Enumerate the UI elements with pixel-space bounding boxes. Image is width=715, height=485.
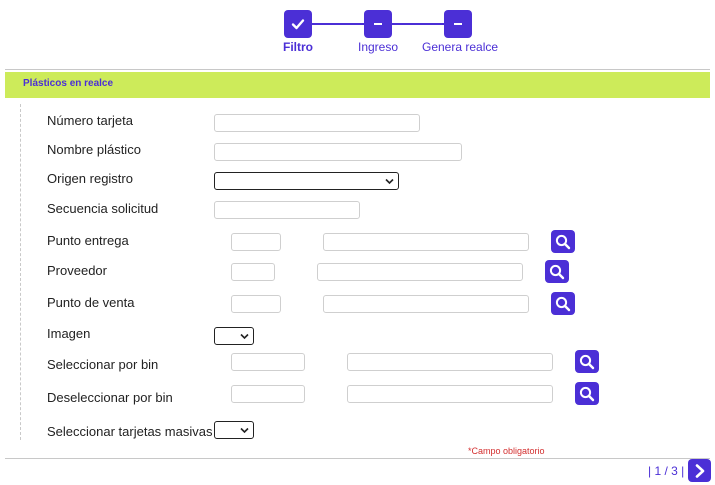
- next-page-button[interactable]: [688, 459, 711, 482]
- search-icon: [555, 296, 571, 311]
- step-label-genera-realce: Genera realce: [422, 40, 499, 54]
- proveedor-search-button[interactable]: [545, 260, 569, 283]
- required-field-note: *Campo obligatorio: [468, 446, 545, 456]
- step-filtro[interactable]: [284, 10, 312, 38]
- deseleccionar-bin-to-input[interactable]: [347, 385, 553, 403]
- label-numero-tarjeta: Número tarjeta: [47, 113, 133, 128]
- check-icon: [291, 19, 305, 30]
- label-imagen: Imagen: [47, 326, 91, 341]
- label-proveedor: Proveedor: [47, 263, 107, 278]
- punto-de-venta-description-input[interactable]: [323, 295, 529, 313]
- label-punto-de-venta: Punto de venta: [47, 295, 135, 310]
- chevron-down-icon: [240, 427, 249, 434]
- seleccionar-bin-search-button[interactable]: [575, 350, 599, 373]
- proveedor-description-input[interactable]: [317, 263, 523, 281]
- label-punto-entrega: Punto entrega: [47, 233, 129, 248]
- label-origen-registro: Origen registro: [47, 171, 133, 186]
- step-label-ingreso: Ingreso: [358, 40, 399, 54]
- seleccionar-bin-to-input[interactable]: [347, 353, 553, 371]
- label-nombre-plastico: Nombre plástico: [47, 142, 141, 157]
- punto-de-venta-search-button[interactable]: [551, 292, 575, 315]
- chevron-down-icon: [240, 333, 249, 340]
- nombre-plastico-input[interactable]: [214, 143, 462, 161]
- progress-stepper: Filtro Ingreso Genera realce: [0, 0, 715, 60]
- numero-tarjeta-input[interactable]: [214, 114, 420, 132]
- label-deseleccionar-por-bin: Deseleccionar por bin: [47, 390, 173, 405]
- label-seleccionar-tarjetas-masivas: Seleccionar tarjetas masivas: [47, 424, 213, 439]
- section-header: Plásticos en realce: [5, 72, 710, 98]
- minus-icon: [454, 23, 462, 25]
- search-icon: [555, 234, 571, 249]
- step-label-filtro: Filtro: [283, 40, 313, 54]
- punto-entrega-search-button[interactable]: [551, 230, 575, 253]
- step-ingreso[interactable]: [364, 10, 392, 38]
- tarjetas-masivas-select[interactable]: [214, 421, 254, 439]
- search-icon: [549, 264, 565, 279]
- step-connector: [312, 23, 364, 25]
- minus-icon: [374, 23, 382, 25]
- imagen-select[interactable]: [214, 327, 254, 345]
- search-icon: [579, 386, 595, 401]
- punto-entrega-code-input[interactable]: [231, 233, 281, 251]
- divider: [5, 458, 710, 459]
- deseleccionar-bin-from-input[interactable]: [231, 385, 305, 403]
- seleccionar-bin-from-input[interactable]: [231, 353, 305, 371]
- section-title: Plásticos en realce: [23, 78, 114, 89]
- label-secuencia-solicitud: Secuencia solicitud: [47, 201, 159, 216]
- search-icon: [579, 354, 595, 369]
- chevron-down-icon: [385, 178, 394, 185]
- origen-registro-select[interactable]: [214, 172, 399, 190]
- proveedor-code-input[interactable]: [231, 263, 275, 281]
- label-seleccionar-por-bin: Seleccionar por bin: [47, 357, 159, 372]
- chevron-right-icon: [695, 463, 704, 478]
- secuencia-solicitud-input[interactable]: [214, 201, 360, 219]
- step-connector: [392, 23, 444, 25]
- deseleccionar-bin-search-button[interactable]: [575, 382, 599, 405]
- page-indicator: | 1 / 3 |: [648, 464, 685, 478]
- divider: [5, 69, 710, 70]
- punto-entrega-description-input[interactable]: [323, 233, 529, 251]
- punto-de-venta-code-input[interactable]: [231, 295, 281, 313]
- form-rail: [20, 104, 21, 440]
- step-genera-realce[interactable]: [444, 10, 472, 38]
